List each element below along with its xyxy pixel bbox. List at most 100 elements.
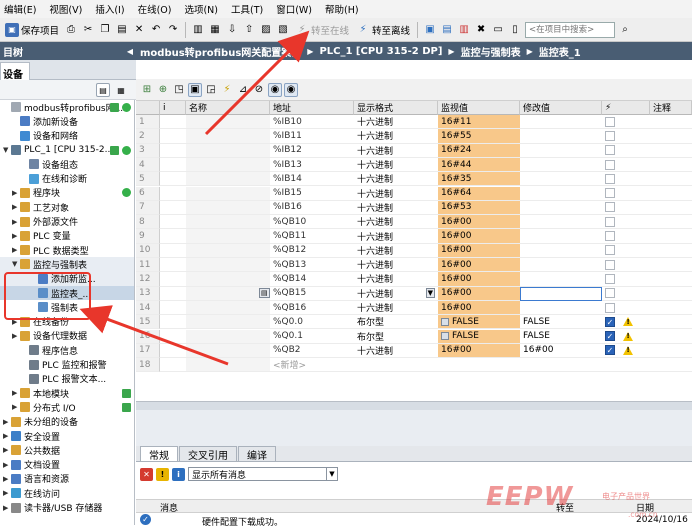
name-cell[interactable] <box>186 300 270 316</box>
format-cell[interactable]: 十六进制 <box>354 229 438 244</box>
name-cell[interactable] <box>186 143 270 158</box>
name-cell[interactable] <box>186 258 270 273</box>
comment-cell[interactable] <box>650 172 692 187</box>
modify-value-cell[interactable] <box>520 172 602 187</box>
name-cell[interactable] <box>186 329 270 344</box>
format-cell[interactable]: 十六进制 <box>354 344 438 359</box>
modify-value-cell[interactable] <box>520 115 602 130</box>
modify-value-cell[interactable] <box>520 215 602 230</box>
modify-checkbox[interactable] <box>605 130 615 141</box>
modify-value-cell[interactable] <box>520 244 602 258</box>
monitor-once-icon[interactable]: ◉ <box>268 82 282 97</box>
modify-checkbox[interactable] <box>605 259 615 270</box>
column-header[interactable]: 显示格式 <box>354 101 438 115</box>
tree-item[interactable]: ▶ 公共数据 <box>0 443 134 457</box>
modify-checkbox[interactable] <box>605 159 615 170</box>
expander-icon[interactable]: ▶ <box>3 475 11 483</box>
modify-checkbox-cell[interactable] <box>602 229 650 244</box>
name-cell[interactable]: ▤ <box>186 286 270 301</box>
menu-item[interactable]: 帮助(H) <box>325 2 359 16</box>
expander-icon[interactable]: ▼ <box>3 146 11 154</box>
modify-value-cell[interactable] <box>520 201 602 216</box>
name-cell[interactable] <box>186 157 270 173</box>
tree-item[interactable]: ▶ 外部源文件 <box>0 214 134 228</box>
comment-cell[interactable] <box>650 358 692 373</box>
menu-item[interactable]: 窗口(W) <box>276 2 312 16</box>
print-icon[interactable]: ⎙ <box>64 23 78 37</box>
address-cell[interactable]: %Q0.1 <box>270 330 354 344</box>
cut-icon[interactable]: ✂ <box>81 23 95 37</box>
tree-item[interactable]: PLC 监控和报警 <box>0 357 134 371</box>
modify-checkbox[interactable] <box>605 202 615 213</box>
search-icon[interactable]: ⌕ <box>618 23 632 37</box>
comment-cell[interactable] <box>650 158 692 173</box>
comment-cell[interactable] <box>650 272 692 287</box>
modify-value-cell[interactable]: 16#00 <box>520 344 602 359</box>
name-cell[interactable] <box>186 215 270 230</box>
copy-icon[interactable]: ❐ <box>98 23 112 37</box>
address-cell[interactable]: %IB15 <box>270 187 354 201</box>
address-cell[interactable]: %IB10 <box>270 115 354 130</box>
tree-item[interactable]: ▶ 语言和资源 <box>0 472 134 486</box>
comment-cell[interactable] <box>650 258 692 273</box>
expander-icon[interactable]: ▶ <box>3 446 11 454</box>
tree-item[interactable]: 设备组态 <box>0 157 134 171</box>
column-header[interactable]: 注释 <box>650 101 692 115</box>
modify-checkbox[interactable]: ✓ <box>605 345 615 356</box>
name-cell[interactable] <box>186 272 270 287</box>
expander-icon[interactable]: ▶ <box>3 461 11 469</box>
modify-icon[interactable]: ⚡ <box>220 83 234 97</box>
split-icon[interactable]: ▥ <box>191 23 205 37</box>
breadcrumb-item[interactable]: PLC_1 [CPU 315-2 DP] <box>319 46 442 57</box>
comment-cell[interactable] <box>650 344 692 359</box>
delete-icon[interactable]: ✕ <box>132 23 146 37</box>
tree-view-icon[interactable]: ▤ <box>96 83 110 97</box>
force-icon[interactable]: ⊿ <box>236 83 250 97</box>
address-cell[interactable]: %QB11 <box>270 229 354 244</box>
comment-cell[interactable] <box>650 129 692 144</box>
format-cell[interactable]: 十六进制 <box>354 215 438 230</box>
format-cell[interactable]: 十六进制 <box>354 144 438 158</box>
expander-icon[interactable]: ▶ <box>12 232 20 240</box>
address-cell[interactable]: %IB12 <box>270 144 354 158</box>
accessible-devices-icon[interactable]: ▣ <box>423 23 437 37</box>
save-project-button[interactable]: ▣ 保存项目 <box>3 21 61 39</box>
expander-icon[interactable]: ▼ <box>12 260 20 268</box>
comment-cell[interactable] <box>650 187 692 201</box>
tree-item[interactable]: 监控表_... <box>0 285 134 301</box>
address-cell[interactable]: <新增> <box>270 358 354 373</box>
format-cell[interactable]: 十六进制 <box>354 129 438 144</box>
breadcrumb-item[interactable]: 监控与强制表 <box>461 44 521 59</box>
menu-item[interactable]: 编辑(E) <box>4 2 36 16</box>
modify-value-cell[interactable] <box>520 144 602 158</box>
name-cell[interactable] <box>186 243 270 258</box>
format-cell[interactable]: 十六进制 <box>354 187 438 201</box>
upload-icon[interactable]: ⇧ <box>242 23 256 37</box>
modify-checkbox-cell[interactable] <box>602 144 650 158</box>
modify-value-cell[interactable] <box>520 187 602 201</box>
expander-icon[interactable]: ▶ <box>12 246 20 254</box>
modify-value-cell[interactable] <box>520 301 602 316</box>
split-horizontal-icon[interactable]: ▭ <box>491 23 505 37</box>
address-cell[interactable]: %QB16 <box>270 301 354 316</box>
error-filter-icon[interactable]: ✕ <box>140 467 153 481</box>
modify-value-cell[interactable] <box>520 286 602 301</box>
format-cell[interactable]: 布尔型 <box>354 315 438 330</box>
comment-cell[interactable] <box>650 244 692 258</box>
modify-checkbox[interactable] <box>605 173 615 184</box>
cross-reference-icon[interactable]: ✖ <box>474 23 488 37</box>
format-cell[interactable]: 十六进制 <box>354 172 438 187</box>
modify-value-cell[interactable] <box>520 258 602 273</box>
modify-trigger-icon[interactable]: ◲ <box>204 83 218 97</box>
inspector-tab[interactable]: 编译 <box>238 446 276 462</box>
address-cell[interactable]: %Q0.0 <box>270 315 354 330</box>
name-cell[interactable] <box>186 343 270 359</box>
modify-checkbox[interactable]: ✓ <box>605 331 615 342</box>
expander-icon[interactable]: ▶ <box>12 332 20 340</box>
modify-checkbox-cell[interactable] <box>602 115 650 130</box>
format-cell[interactable]: 十六进制 ▼ <box>354 287 438 301</box>
column-header[interactable]: 修改值 <box>520 101 602 115</box>
breadcrumb-item[interactable]: modbus转profibus网关配置案例 <box>140 44 301 59</box>
go-offline-button[interactable]: ⚡ 转至离线 <box>354 21 412 39</box>
warning-filter-icon[interactable]: ! <box>156 467 169 481</box>
